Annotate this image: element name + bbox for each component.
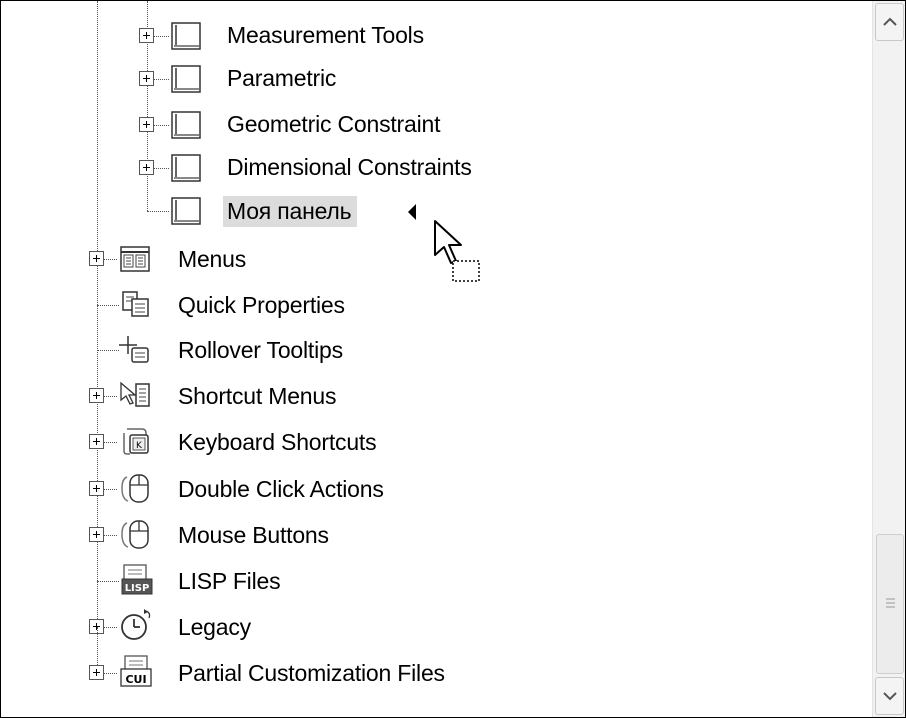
tree-item-lisp-files[interactable]: LISP Files [178,561,281,601]
tree-item-label: Geometric Constraint [227,110,441,137]
scroll-thumb[interactable] [876,534,904,674]
rollover-tooltips-icon [119,336,149,363]
tree-item-label: Legacy [178,613,251,640]
vertical-scrollbar[interactable] [872,1,905,717]
expand-icon[interactable] [89,434,104,449]
tree-item-label: Partial Customization Files [178,659,445,686]
mouse-icon [121,520,149,549]
svg-text:CUI: CUI [125,673,146,686]
tree-item-panel[interactable]: Geometric Constraint [227,104,441,144]
scroll-down-button[interactable] [875,677,904,715]
tree-item-mouse-buttons[interactable]: Mouse Buttons [178,515,329,555]
cui-icon: CUI [120,655,152,687]
tree-item-shortcut-menus[interactable]: Shortcut Menus [178,376,336,416]
tree-connector [147,211,169,212]
tree-item-panel[interactable]: Measurement Tools [227,15,424,55]
tree-item-label: Parametric [227,64,337,91]
expand-icon[interactable] [89,527,104,542]
expand-icon[interactable] [139,117,154,132]
scroll-up-icon [883,17,897,26]
tree-item-label: Keyboard Shortcuts [178,428,377,455]
expand-icon[interactable] [89,388,104,403]
tree-item-quick-properties[interactable]: Quick Properties [178,285,345,325]
tree-item-partial-customization-files[interactable]: Partial Customization Files [178,653,445,693]
tree-item-double-click-actions[interactable]: Double Click Actions [178,469,384,509]
expand-icon[interactable] [89,665,104,680]
mouse-icon [121,474,149,503]
svg-text:LISP: LISP [125,583,150,594]
menus-icon [120,246,150,272]
tree-connector [97,581,119,582]
insert-marker-icon [408,204,416,220]
expand-icon[interactable] [139,28,154,43]
expand-icon[interactable] [89,481,104,496]
tree-connector [97,350,119,351]
tree-item-panel[interactable]: Dimensional Constraints [227,147,472,187]
scroll-down-icon [883,692,897,701]
tree-item-label: Rollover Tooltips [178,336,343,363]
clock-icon [121,609,151,640]
expand-icon[interactable] [139,71,154,86]
panel-icon [171,22,201,50]
tree-item-keyboard-shortcuts[interactable]: Keyboard Shortcuts [178,422,377,462]
grip-icon [886,598,895,608]
tree-item-rollover-tooltips[interactable]: Rollover Tooltips [178,330,343,370]
customizations-tree: Measurement Tools Parametric Geometric C… [1,1,871,717]
shortcut-menus-icon [120,381,150,407]
expand-icon[interactable] [89,251,104,266]
drag-cursor-icon [434,220,480,282]
keyboard-icon: K [123,428,149,455]
tree-item-label: Моя панель [223,195,358,227]
tree-item-label: Mouse Buttons [178,521,329,548]
scroll-up-button[interactable] [875,3,904,41]
tree-item-menus[interactable]: Menus [178,239,246,279]
tree-connector [97,305,119,306]
customizations-tree-panel: Measurement Tools Parametric Geometric C… [0,0,906,718]
tree-item-label: Menus [178,245,247,272]
lisp-icon: LISP [121,564,153,595]
panel-icon [171,111,201,139]
tree-item-label: Double Click Actions [178,475,384,502]
tree-item-legacy[interactable]: Legacy [178,607,251,647]
quick-properties-icon [122,291,149,317]
tree-item-panel[interactable]: Parametric [227,58,336,98]
panel-icon [171,197,201,225]
tree-item-label: Quick Properties [178,291,345,318]
expand-icon[interactable] [139,160,154,175]
tree-item-label: Dimensional Constraints [227,153,472,180]
tree-item-label: LISP Files [178,567,281,594]
tree-item-new-panel[interactable]: Моя панель [223,191,358,231]
panel-icon [171,65,201,93]
panel-icon [171,154,201,182]
tree-item-label: Measurement Tools [227,21,424,48]
tree-item-label: Shortcut Menus [178,382,337,409]
